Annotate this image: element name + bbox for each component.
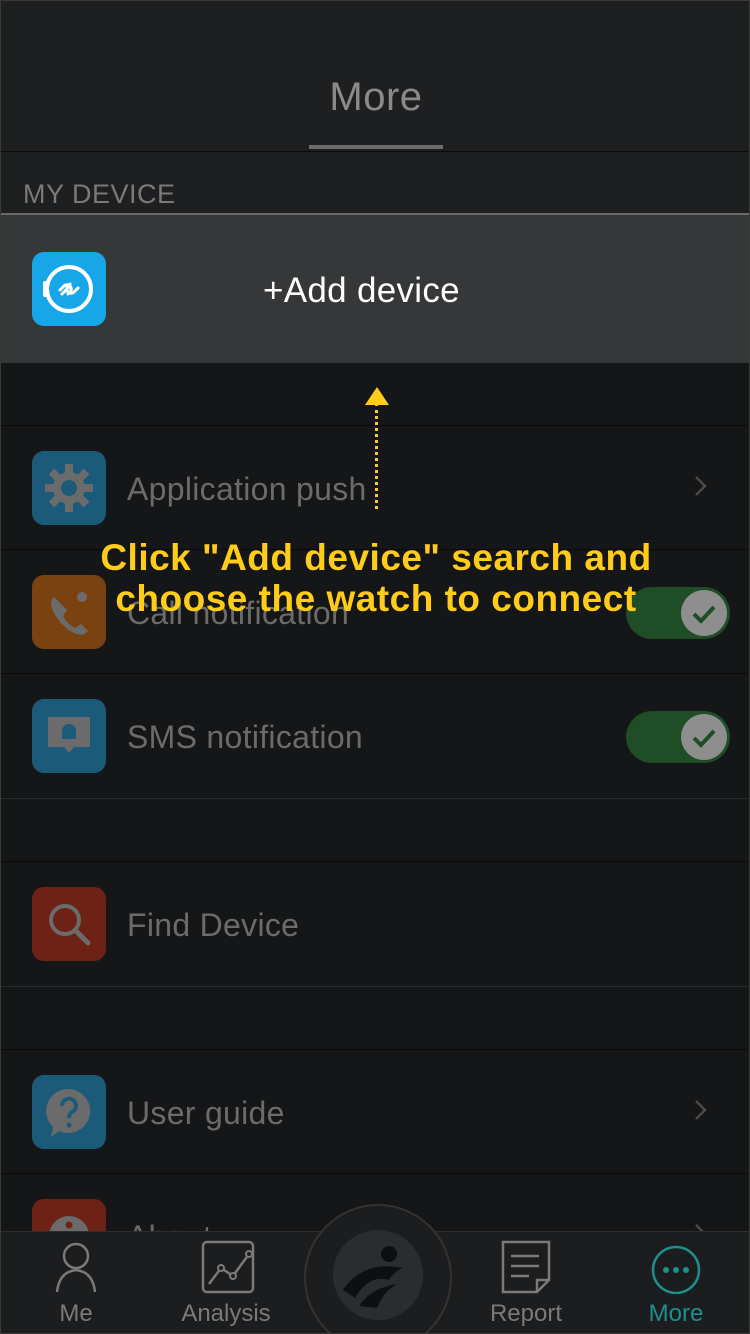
runner-logo-icon [333, 1230, 423, 1320]
header: More [1, 1, 749, 152]
annotation-line-1: Click "Add device" search and [100, 537, 652, 578]
sms-notification-toggle[interactable] [626, 711, 730, 763]
bottom-tab-bar: Me Analysis Report More [1, 1204, 749, 1333]
page-title: More [329, 75, 423, 119]
search-icon [32, 887, 106, 961]
title-underline [309, 145, 443, 149]
tab-report[interactable]: Report [451, 1232, 601, 1333]
chart-icon [201, 1238, 255, 1294]
list-item-label: User guide [127, 1095, 285, 1131]
list-item-find-device[interactable]: Find Device [1, 861, 749, 987]
tab-label: Me [59, 1300, 93, 1327]
tab-me[interactable]: Me [1, 1232, 151, 1333]
annotation-arrow-line [375, 403, 378, 509]
list-item-sms-notification: SMS notification [1, 673, 749, 799]
tab-label: More [648, 1300, 704, 1327]
user-icon [51, 1238, 101, 1294]
tutorial-annotation: Click "Add device" search and choose the… [1, 537, 749, 619]
chevron-right-icon [693, 1098, 709, 1122]
message-bell-icon [32, 699, 106, 773]
list-item-label: SMS notification [127, 719, 364, 755]
screen: More MY DEVICE +Add device Application p… [0, 0, 750, 1334]
more-dots-icon [651, 1238, 701, 1295]
add-device-label: +Add device [263, 271, 460, 310]
annotation-line-2: choose the watch to connect [115, 578, 637, 619]
list-item-user-guide[interactable]: User guide [1, 1049, 749, 1175]
section-label-my-device: MY DEVICE [23, 179, 176, 209]
tab-label: Report [489, 1300, 563, 1327]
watch-link-icon [32, 252, 106, 326]
document-icon [501, 1238, 551, 1294]
toggle-knob [681, 714, 727, 760]
list-item-label: Application push [127, 471, 367, 507]
add-device-button[interactable]: +Add device [1, 213, 749, 365]
tab-label: Analysis [181, 1300, 271, 1327]
tab-analysis[interactable]: Analysis [151, 1232, 301, 1333]
help-icon [32, 1075, 106, 1149]
list-item-label: Find Device [127, 907, 300, 943]
chevron-right-icon [693, 474, 709, 498]
tab-more[interactable]: More [601, 1232, 749, 1333]
gear-icon [32, 451, 106, 525]
